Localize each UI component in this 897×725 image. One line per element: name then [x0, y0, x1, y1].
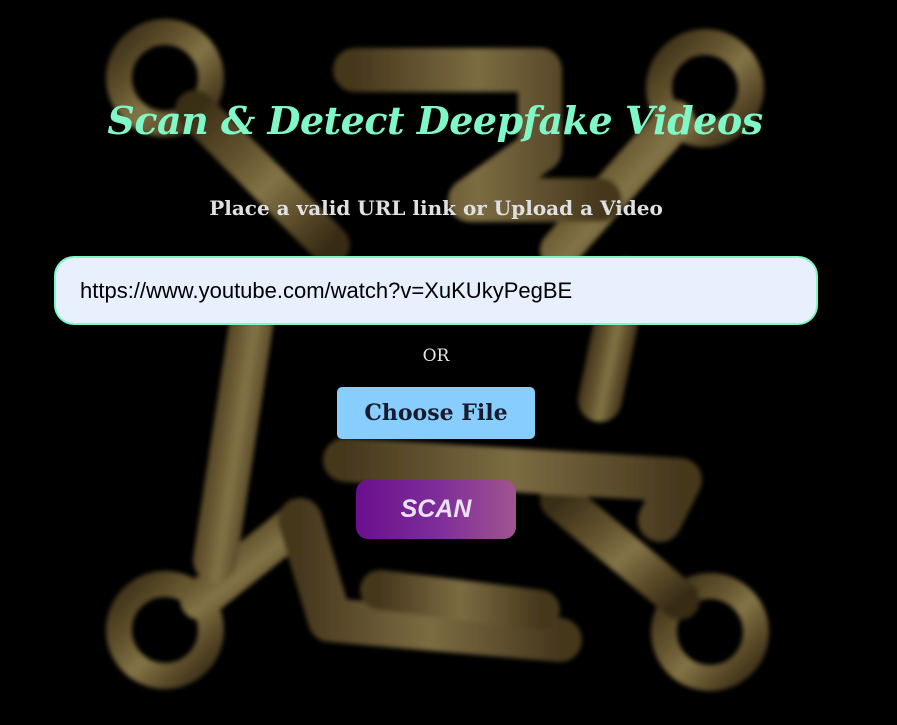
url-input[interactable] [54, 256, 818, 325]
page: Scan & Detect Deepfake Videos Place a va… [0, 0, 897, 725]
choose-file-button[interactable]: Choose File [337, 387, 535, 439]
or-divider-label: OR [422, 346, 450, 366]
page-subtitle: Place a valid URL link or Upload a Video [209, 196, 663, 220]
scan-button[interactable]: SCAN [356, 480, 516, 539]
page-title: Scan & Detect Deepfake Videos [107, 98, 763, 143]
